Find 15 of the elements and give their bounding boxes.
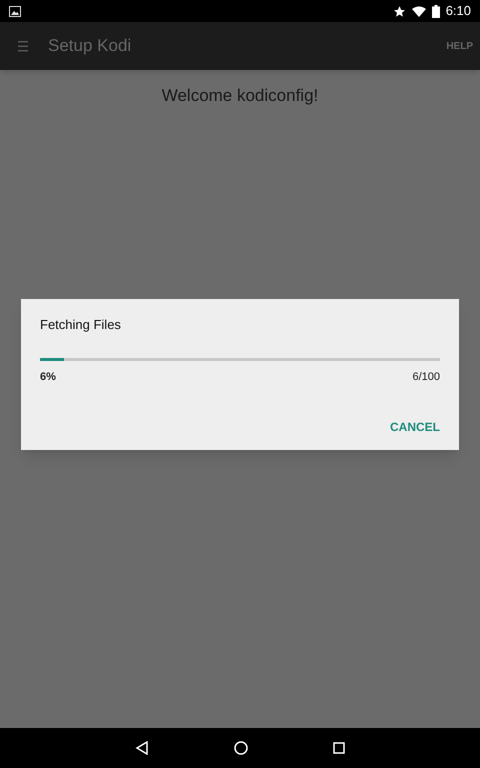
clock-time: 6:10 xyxy=(446,2,471,20)
cancel-button[interactable]: CANCEL xyxy=(390,418,440,436)
app-title: Setup Kodi xyxy=(48,35,132,58)
back-icon[interactable] xyxy=(135,741,149,755)
image-notification-icon xyxy=(9,6,21,16)
welcome-heading: Welcome kodiconfig! xyxy=(162,85,318,107)
help-button[interactable]: HELP xyxy=(446,38,473,54)
progress-count: 6/100 xyxy=(412,370,440,384)
recents-icon[interactable] xyxy=(333,742,345,754)
battery-icon xyxy=(432,4,440,18)
home-icon[interactable] xyxy=(234,741,248,755)
wifi-icon xyxy=(412,6,426,16)
dialog-title: Fetching Files xyxy=(40,316,121,334)
star-icon xyxy=(392,4,406,18)
progress-percent: 6% xyxy=(40,370,56,384)
